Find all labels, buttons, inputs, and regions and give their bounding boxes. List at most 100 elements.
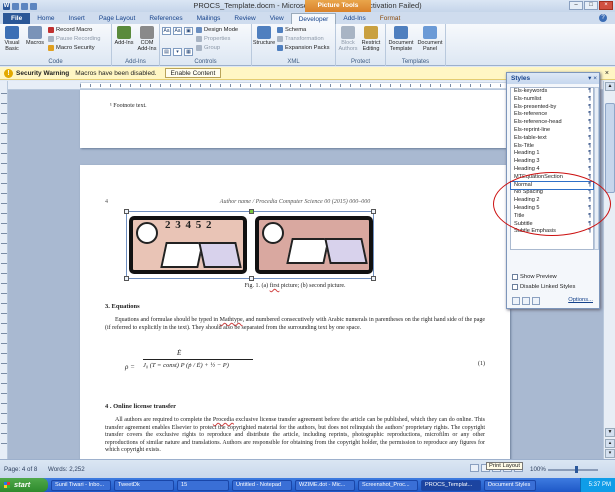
page-3-bottom[interactable]: ¹ Footnote text. <box>80 90 510 148</box>
styles-list[interactable]: Els-keywords ¶ Els-numlist ¶ Els-presented-b… <box>510 87 594 250</box>
transformation-button[interactable]: Transformation <box>277 35 329 43</box>
style-item[interactable]: Subtitle ¶ <box>511 221 593 229</box>
style-item[interactable]: Els-table-text ¶ <box>511 135 593 143</box>
picture-control-icon[interactable]: ▣ <box>184 27 193 35</box>
zoom-slider-thumb[interactable] <box>575 466 578 473</box>
taskbar-item[interactable]: Screenshot_Proc... <box>358 479 418 491</box>
resize-handle[interactable] <box>249 276 254 281</box>
close-button[interactable]: × <box>599 1 613 10</box>
style-item[interactable]: No Spacing ¶ <box>511 189 593 197</box>
style-item[interactable]: MTEquationSection ¶ <box>511 174 593 182</box>
new-style-icon[interactable] <box>512 297 520 305</box>
style-item[interactable]: Els-keywords ¶ <box>511 88 593 96</box>
tab-home[interactable]: Home <box>30 13 61 24</box>
vertical-ruler[interactable] <box>0 81 8 459</box>
tab-developer[interactable]: Developer <box>290 13 337 24</box>
styles-options-link[interactable]: Options... <box>568 297 593 303</box>
show-preview-checkbox[interactable]: Show Preview <box>512 274 557 280</box>
paragraph-mark-icon: ¶ <box>588 126 591 133</box>
section-heading: 3. Equations <box>105 303 140 310</box>
rich-text-control-icon[interactable]: Aa <box>162 27 171 35</box>
style-inspector-icon[interactable] <box>522 297 530 305</box>
style-item[interactable]: Els-presented-by ¶ <box>511 104 593 112</box>
date-picker-control-icon[interactable]: ▦ <box>184 47 193 56</box>
next-page-icon[interactable]: ▾ <box>605 449 615 458</box>
properties-button[interactable]: Properties <box>196 35 238 43</box>
resize-handle[interactable] <box>124 276 129 281</box>
enable-content-button[interactable]: Enable Content <box>164 68 222 78</box>
building-block-control-icon[interactable]: ▤ <box>162 47 171 56</box>
tab-file[interactable]: File <box>3 13 31 24</box>
style-item[interactable]: Els-numlist ¶ <box>511 96 593 104</box>
page-count[interactable]: Page: 4 of 8 <box>4 466 37 473</box>
taskbar-item[interactable]: Sunil Tiwari - Inbo... <box>51 479 111 491</box>
vertical-scrollbar[interactable]: ▲ ▼ ▴ ▾ <box>603 81 615 459</box>
rotate-handle[interactable] <box>249 209 254 214</box>
pause-recording-button[interactable]: Pause Recording <box>48 35 100 43</box>
paragraph-mark-icon: ¶ <box>588 103 591 110</box>
scroll-up-icon[interactable]: ▲ <box>605 82 615 91</box>
style-item[interactable]: Els-reference-head ¶ <box>511 119 593 127</box>
taskbar-item[interactable]: 15 <box>177 479 229 491</box>
maximize-button[interactable]: □ <box>584 1 598 10</box>
style-item[interactable]: Title ¶ <box>511 213 593 221</box>
tab-insert[interactable]: Insert <box>62 13 92 24</box>
design-mode-button[interactable]: Design Mode <box>196 26 238 34</box>
print-layout-view-icon[interactable] <box>470 464 479 472</box>
zoom-level[interactable]: 100% <box>530 466 546 473</box>
plain-text-control-icon[interactable]: Aa <box>173 27 182 35</box>
taskbar-item[interactable]: TweetDk <box>114 479 174 491</box>
style-item[interactable]: Els-reference ¶ <box>511 111 593 119</box>
styles-pane[interactable]: Styles ▾ × Els-keywords ¶ Els-numlist ¶ Els-… <box>506 72 600 309</box>
page-4[interactable]: 4 Author name / Procedia Computer Scienc… <box>80 165 510 459</box>
expansion-packs-button[interactable]: Expansion Packs <box>277 44 329 52</box>
style-item[interactable]: Heading 2 ¶ <box>511 197 593 205</box>
close-message-bar-icon[interactable]: × <box>605 70 609 77</box>
style-item[interactable]: Els-Title ¶ <box>511 143 593 151</box>
resize-handle[interactable] <box>371 276 376 281</box>
style-item[interactable]: Heading 1 ¶ <box>511 150 593 158</box>
manage-styles-icon[interactable] <box>532 297 540 305</box>
style-item[interactable]: Heading 4 ¶ <box>511 166 593 174</box>
taskbar-item[interactable]: PROCS_Templat... <box>421 479 481 491</box>
selected-figure[interactable]: 2 3 4 5 2 <box>124 209 376 281</box>
style-item[interactable]: Subtle Emphasis ¶ <box>511 228 593 236</box>
group-button[interactable]: Group <box>196 44 238 52</box>
taskbar-item[interactable]: Document Styles <box>484 479 536 491</box>
system-tray-clock[interactable]: 5:37 PM <box>579 478 615 492</box>
tab-mailings[interactable]: Mailings <box>190 13 228 24</box>
taskbar-item[interactable]: Untitled - Notepad <box>232 479 292 491</box>
style-item[interactable]: Heading 5 ¶ <box>511 205 593 213</box>
figure-image-b[interactable] <box>255 216 373 274</box>
macro-security-button[interactable]: Macro Security <box>48 44 100 52</box>
tab-view[interactable]: View <box>263 13 291 24</box>
help-icon[interactable]: ? <box>599 14 607 22</box>
record-macro-button[interactable]: Record Macro <box>48 26 100 34</box>
figure-image-a[interactable]: 2 3 4 5 2 <box>129 216 247 274</box>
style-item[interactable]: Els-reprint-line ¶ <box>511 127 593 135</box>
scroll-thumb[interactable] <box>605 103 615 193</box>
schema-button[interactable]: Schema <box>277 26 329 34</box>
tab-review[interactable]: Review <box>227 13 262 24</box>
minimize-button[interactable]: – <box>569 1 583 10</box>
zoom-slider[interactable] <box>548 469 598 471</box>
start-button[interactable]: start <box>0 478 48 492</box>
combo-box-control-icon[interactable]: ▾ <box>173 47 182 56</box>
tab-page-layout[interactable]: Page Layout <box>92 13 143 24</box>
equation[interactable]: ρ = Ė J₀ (T = const) P (ṗ / Ė) + ½ − P) … <box>125 349 485 393</box>
tab-format[interactable]: Format <box>373 13 408 24</box>
scroll-down-icon[interactable]: ▼ <box>605 428 615 437</box>
style-item[interactable]: Heading 3 ¶ <box>511 158 593 166</box>
style-item-label: Els-presented-by <box>514 103 557 110</box>
resize-handle[interactable] <box>124 209 129 214</box>
styles-list-scrollbar[interactable] <box>594 87 599 250</box>
style-item[interactable]: Normal ¶ <box>510 180 594 191</box>
tab-references[interactable]: References <box>142 13 189 24</box>
styles-pane-close-icon[interactable]: ▾ × <box>588 73 597 84</box>
tab-add-ins[interactable]: Add-Ins <box>336 13 372 24</box>
word-count[interactable]: Words: 2,252 <box>48 466 85 473</box>
resize-handle[interactable] <box>371 209 376 214</box>
taskbar-item[interactable]: WZIME.dot - Mic... <box>295 479 355 491</box>
previous-page-icon[interactable]: ▴ <box>605 439 615 448</box>
disable-linked-styles-checkbox[interactable]: Disable Linked Styles <box>512 284 575 290</box>
